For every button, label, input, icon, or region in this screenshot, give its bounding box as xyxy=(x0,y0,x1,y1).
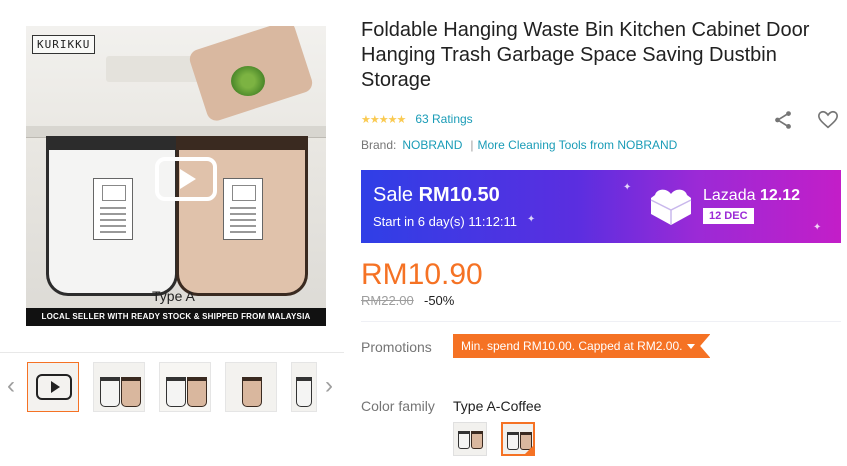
color-swatch-coffee[interactable] xyxy=(501,422,535,456)
brand-link[interactable]: NOBRAND xyxy=(402,138,462,152)
brand-label: Brand: xyxy=(361,138,397,152)
promotion-voucher-tag[interactable]: Min. spend RM10.00. Capped at RM2.00. xyxy=(453,334,711,358)
chevron-right-icon[interactable]: › xyxy=(322,373,336,399)
coffee-bin-graphic xyxy=(187,377,207,407)
thumbnail-image[interactable] xyxy=(93,362,145,412)
play-video-icon[interactable] xyxy=(155,157,217,201)
coffee-bin-graphic xyxy=(121,377,141,407)
white-bin-graphic xyxy=(296,377,312,407)
bin-label-card xyxy=(93,178,133,240)
coffee-bin-graphic xyxy=(471,431,483,449)
chevron-left-icon[interactable]: ‹ xyxy=(4,373,18,399)
campaign-word: Lazada xyxy=(703,187,756,204)
sale-price: RM10.50 xyxy=(418,184,500,206)
seller-banner: LOCAL SELLER WITH READY STOCK & SHIPPED … xyxy=(26,308,326,326)
sale-title: Sale RM10.50 xyxy=(373,184,500,207)
campaign-name: Lazada 12.12 xyxy=(703,187,800,205)
kurikku-logo: KURIKKU xyxy=(32,35,96,54)
promotion-text: Min. spend RM10.00. Capped at RM2.00. xyxy=(461,339,683,353)
white-bin-graphic xyxy=(166,377,186,407)
chevron-down-icon xyxy=(687,344,696,349)
sparkle-icon: ✦ xyxy=(623,182,632,193)
sale-countdown: Start in 6 day(s) 11:12:11 xyxy=(373,214,518,229)
brand-row: Brand: NOBRAND | More Cleaning Tools fro… xyxy=(361,138,677,152)
color-family-label: Color family xyxy=(361,398,435,414)
ratings-link[interactable]: 63 Ratings xyxy=(415,112,472,126)
product-title: Foldable Hanging Waste Bin Kitchen Cabin… xyxy=(361,19,810,91)
vegetable-scraps-graphic xyxy=(231,66,265,96)
white-bin-graphic xyxy=(507,432,519,450)
thumbnail-video[interactable] xyxy=(27,362,79,412)
rating-stars-icon: ★★★★★ xyxy=(361,113,406,126)
gallery-divider xyxy=(0,352,344,353)
discount-percent: -50% xyxy=(424,293,455,308)
main-product-image[interactable]: KURIKKU Type A LOCAL SELLER WITH READY S… xyxy=(26,26,326,326)
thumbnail-image[interactable] xyxy=(225,362,277,412)
thumbnail-image[interactable] xyxy=(159,362,211,412)
current-price: RM10.90 xyxy=(361,258,483,291)
thumbnail-image[interactable] xyxy=(291,362,317,412)
bin-label-card xyxy=(223,178,263,240)
play-video-icon xyxy=(36,374,72,400)
rating-row: ★★★★★ 63 Ratings xyxy=(361,112,473,126)
promotions-label: Promotions xyxy=(361,339,432,355)
coffee-bin-graphic xyxy=(242,377,262,407)
flash-sale-banner: Sale RM10.50 Start in 6 day(s) 11:12:11 … xyxy=(361,170,841,243)
color-swatch-white[interactable] xyxy=(453,422,487,456)
selected-color-value: Type A-Coffee xyxy=(453,398,542,414)
heart-icon[interactable] xyxy=(817,109,839,131)
section-divider xyxy=(361,321,841,322)
campaign-date-badge: 12 DEC xyxy=(703,208,754,224)
type-label: Type A xyxy=(152,288,195,304)
selected-check-icon xyxy=(524,445,533,454)
sale-word: Sale xyxy=(373,184,414,206)
campaign-number: 12.12 xyxy=(759,187,800,204)
white-bin-graphic xyxy=(100,377,120,407)
brand-separator: | xyxy=(470,138,474,152)
lazada-heart-box-icon xyxy=(650,189,692,225)
more-from-brand-link[interactable]: More Cleaning Tools from NOBRAND xyxy=(478,138,678,152)
original-price: RM22.00 xyxy=(361,293,414,308)
white-bin-graphic xyxy=(458,431,470,449)
sparkle-icon: ✦ xyxy=(813,222,822,233)
share-icon[interactable] xyxy=(772,109,794,131)
sparkle-icon: ✦ xyxy=(527,214,536,225)
